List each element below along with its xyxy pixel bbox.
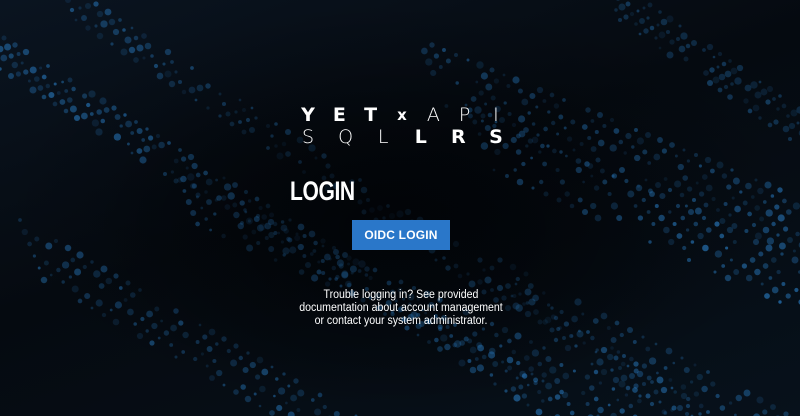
logo-letter: x [397, 106, 407, 124]
logo-letter: S [489, 126, 503, 148]
login-help-text: Trouble logging in? See provided documen… [299, 289, 503, 327]
logo-line-2: S Q L L R S [296, 126, 508, 148]
logo-letter: L [377, 126, 389, 148]
logo-letter: R [451, 126, 466, 148]
logo-letter: Y [301, 104, 315, 126]
login-screen: Y E T x A P I S Q L L R S LOGIN OIDC LOG… [0, 0, 800, 416]
logo-letter: P [458, 104, 471, 126]
logo-letter: E [332, 104, 346, 126]
logo-letter: Q [338, 126, 354, 148]
logo-letter: T [364, 104, 378, 126]
logo-letter: A [426, 104, 440, 126]
logo-line-1: Y E T x A P I [296, 104, 508, 126]
background-vignette [0, 0, 800, 416]
logo-letter: I [493, 104, 499, 126]
oidc-login-button[interactable]: OIDC LOGIN [352, 220, 450, 250]
logo-letter: S [301, 126, 315, 148]
yetx-sql-lrs-logo: Y E T x A P I S Q L L R S [296, 104, 508, 148]
login-title: LOGIN [290, 176, 355, 206]
logo-letter: L [414, 126, 427, 148]
